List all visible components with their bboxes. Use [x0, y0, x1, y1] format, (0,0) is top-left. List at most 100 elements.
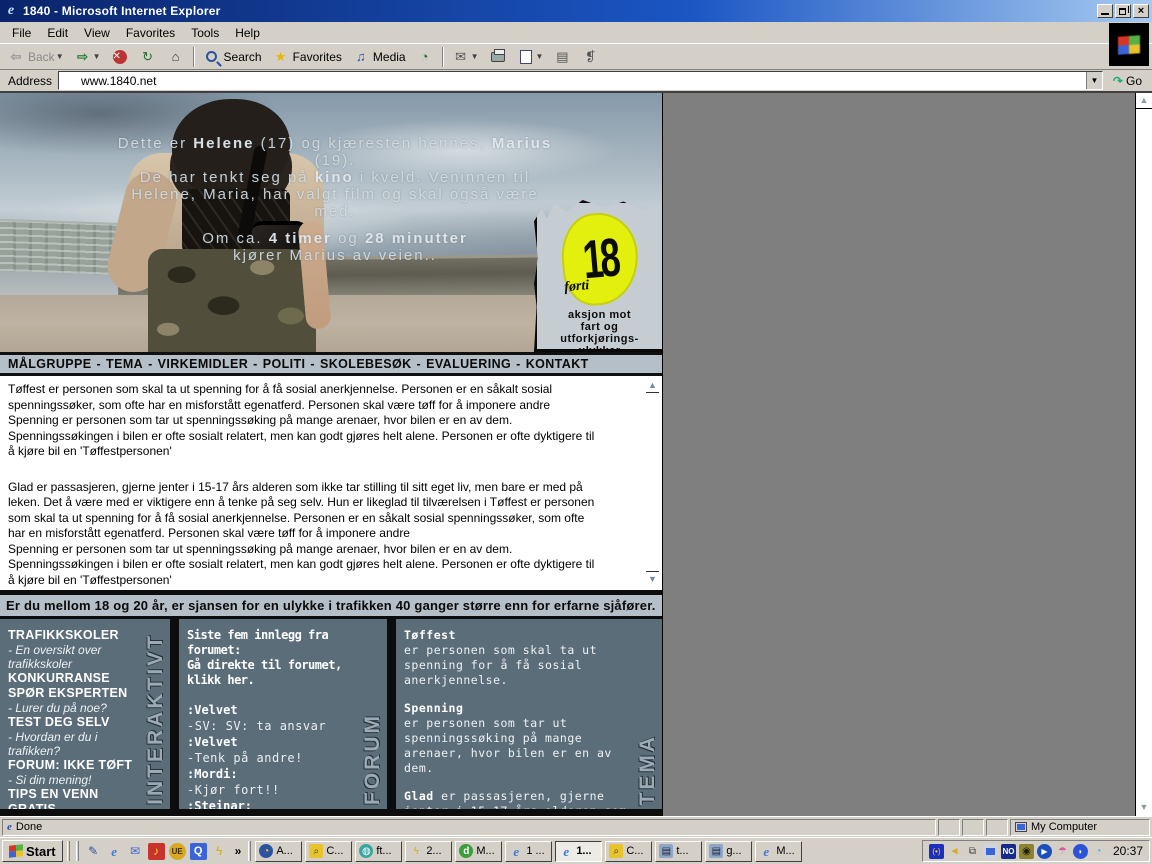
forum-column: Siste fem innlegg fra forumet: Gå direkt…	[179, 619, 387, 809]
minimize-button[interactable]	[1097, 4, 1113, 18]
link-test-deg-selv[interactable]: TEST DEG SELV	[8, 715, 142, 730]
link-konkurranse[interactable]: KONKURRANSE	[8, 671, 142, 686]
nav-malgruppe[interactable]: MÅLGRUPPE	[8, 357, 91, 371]
windows-logo-throbber	[1109, 23, 1149, 66]
menu-view[interactable]: View	[76, 23, 118, 43]
display-tray-icon[interactable]	[983, 844, 998, 859]
media-button[interactable]: ♫Media	[347, 46, 411, 68]
nav-virkemidler[interactable]: VIRKEMIDLER	[158, 357, 249, 371]
task-button-active[interactable]: e1...	[555, 841, 602, 862]
language-tray-icon[interactable]: NO	[1001, 844, 1016, 859]
network-tray-icon[interactable]: ⧉	[965, 844, 980, 859]
scrollbar-up-icon[interactable]: ▲	[1136, 95, 1152, 109]
status-pane-empty	[962, 819, 984, 836]
messenger-button[interactable]: ❡	[576, 46, 604, 68]
article-text-panel: Tøffest er personen som skal ta ut spenn…	[0, 376, 662, 595]
scrollbar-down-icon[interactable]: ▼	[1136, 802, 1152, 812]
menu-help[interactable]: Help	[227, 23, 268, 43]
antivirus-tray-icon[interactable]: ◉	[1019, 844, 1034, 859]
task-button[interactable]: ⌕C...	[605, 841, 652, 862]
ultraedit-icon[interactable]: UE	[169, 843, 186, 860]
nav-tema[interactable]: TEMA	[106, 357, 143, 371]
menu-edit[interactable]: Edit	[39, 23, 76, 43]
link-trafikkskoler[interactable]: TRAFIKKSKOLER	[8, 628, 142, 643]
text-scrollbar[interactable]: ▲ ▼	[646, 380, 659, 584]
task-button[interactable]: ◍ft...	[355, 841, 402, 862]
edit-button[interactable]: ▼	[512, 46, 549, 68]
task-button[interactable]: dM...	[455, 841, 502, 862]
edit-page-icon	[520, 50, 532, 64]
signal-tray-icon[interactable]: ◔	[1091, 844, 1106, 859]
q-app-icon[interactable]: Q	[190, 843, 207, 860]
back-button[interactable]: ⇦Back▼	[2, 46, 69, 68]
history-button[interactable]: ◔	[411, 46, 439, 68]
go-button[interactable]: ↷Go	[1105, 74, 1150, 88]
task-button[interactable]: eM...	[755, 841, 802, 862]
taskbar-grip[interactable]	[76, 841, 79, 861]
link-gratis-mobillogoer[interactable]: GRATIS MOBILLOGOER - FLASH	[8, 802, 142, 809]
scroll-up-icon[interactable]: ▲	[646, 380, 659, 393]
forum-post-author[interactable]: :Mordi:	[187, 766, 359, 782]
address-input[interactable]	[59, 74, 1086, 88]
forum-header: Siste fem innlegg fra forumet:	[187, 628, 359, 658]
menu-tools[interactable]: Tools	[183, 23, 227, 43]
menu-favorites[interactable]: Favorites	[118, 23, 183, 43]
mail-icon[interactable]: ✉	[127, 843, 144, 860]
volume-tray-icon[interactable]: ◄	[947, 844, 962, 859]
browser-window: e 1840 - Microsoft Internet Explorer × F…	[0, 0, 1152, 864]
task-button[interactable]: ▤g...	[705, 841, 752, 862]
browser-scrollbar[interactable]: ▲ ▼	[1135, 93, 1152, 816]
discuss-button[interactable]: ▤	[548, 46, 576, 68]
quicklaunch-overflow-chevron[interactable]: »	[232, 844, 245, 858]
ie-icon[interactable]: e	[106, 843, 123, 860]
home-button[interactable]: ⌂	[162, 46, 190, 68]
page-content: Dette er Helene (17) og kjæresten hennes…	[0, 93, 663, 816]
taskbar-clock[interactable]: 20:37	[1113, 844, 1143, 858]
forum-link[interactable]: Gå direkte til forumet, klikk her.	[187, 658, 359, 688]
nav-politi[interactable]: POLITI	[263, 357, 306, 371]
nav-skolebesok[interactable]: SKOLEBESØK	[320, 357, 412, 371]
compose-icon[interactable]: ✎	[85, 843, 102, 860]
umbrella-tray-icon[interactable]: ☂	[1055, 844, 1070, 859]
task-button[interactable]: ▤t...	[655, 841, 702, 862]
favorites-button[interactable]: ★Favorites	[267, 46, 347, 68]
forum-post-author[interactable]: :Velvet	[187, 702, 359, 718]
player-tray-icon[interactable]: ▶	[1037, 844, 1052, 859]
forum-post-author[interactable]: :Velvet	[187, 734, 359, 750]
interaktivt-vertical-label: INTERAKTIVT	[144, 633, 168, 805]
forward-button[interactable]: ⇨▼	[69, 46, 106, 68]
address-dropdown-arrow[interactable]: ▼	[1086, 72, 1102, 89]
lightning-icon[interactable]: ϟ	[211, 843, 228, 860]
taskbar-grip[interactable]	[248, 841, 251, 861]
restore-button[interactable]	[1115, 4, 1131, 18]
taskbar-grip[interactable]	[67, 841, 70, 861]
status-pane-empty	[938, 819, 960, 836]
task-button[interactable]: ◔A...	[255, 841, 302, 862]
task-button[interactable]: ϟ2...	[405, 841, 452, 862]
forum-post-author[interactable]: :Steinar:	[187, 798, 359, 809]
security-zone-pane: My Computer	[1010, 819, 1150, 836]
mail-button[interactable]: ✉▼	[447, 46, 484, 68]
task-button[interactable]: e1 ...	[505, 841, 552, 862]
link-forum-ikke-toft[interactable]: FORUM: IKKE TØFT	[8, 758, 142, 773]
forum-post-msg[interactable]: -Kjør fort!!	[187, 782, 359, 798]
link-tips-en-venn[interactable]: TIPS EN VENN	[8, 787, 142, 802]
forum-post-msg[interactable]: -Tenk på andre!	[187, 750, 359, 766]
link-spor-eksperten[interactable]: SPØR EKSPERTEN	[8, 686, 142, 701]
search-icon	[206, 51, 217, 62]
wireless-tray-icon[interactable]: (•)	[929, 844, 944, 859]
stop-button[interactable]: ✕	[106, 46, 134, 68]
start-button[interactable]: Start	[2, 840, 63, 862]
print-button[interactable]	[484, 46, 512, 68]
winamp-icon[interactable]: ♪	[148, 843, 165, 860]
forum-post-msg[interactable]: -SV: SV: ta ansvar	[187, 718, 359, 734]
task-button[interactable]: ⌕C...	[305, 841, 352, 862]
nav-evaluering[interactable]: EVALUERING	[426, 357, 511, 371]
search-button[interactable]: Search	[198, 46, 267, 68]
nav-kontakt[interactable]: KONTAKT	[526, 357, 589, 371]
close-button[interactable]: ×	[1133, 4, 1149, 18]
scroll-down-icon[interactable]: ▼	[646, 571, 659, 584]
messenger-tray-icon[interactable]: ◗	[1073, 844, 1088, 859]
menu-file[interactable]: File	[4, 23, 39, 43]
refresh-button[interactable]: ↻	[134, 46, 162, 68]
